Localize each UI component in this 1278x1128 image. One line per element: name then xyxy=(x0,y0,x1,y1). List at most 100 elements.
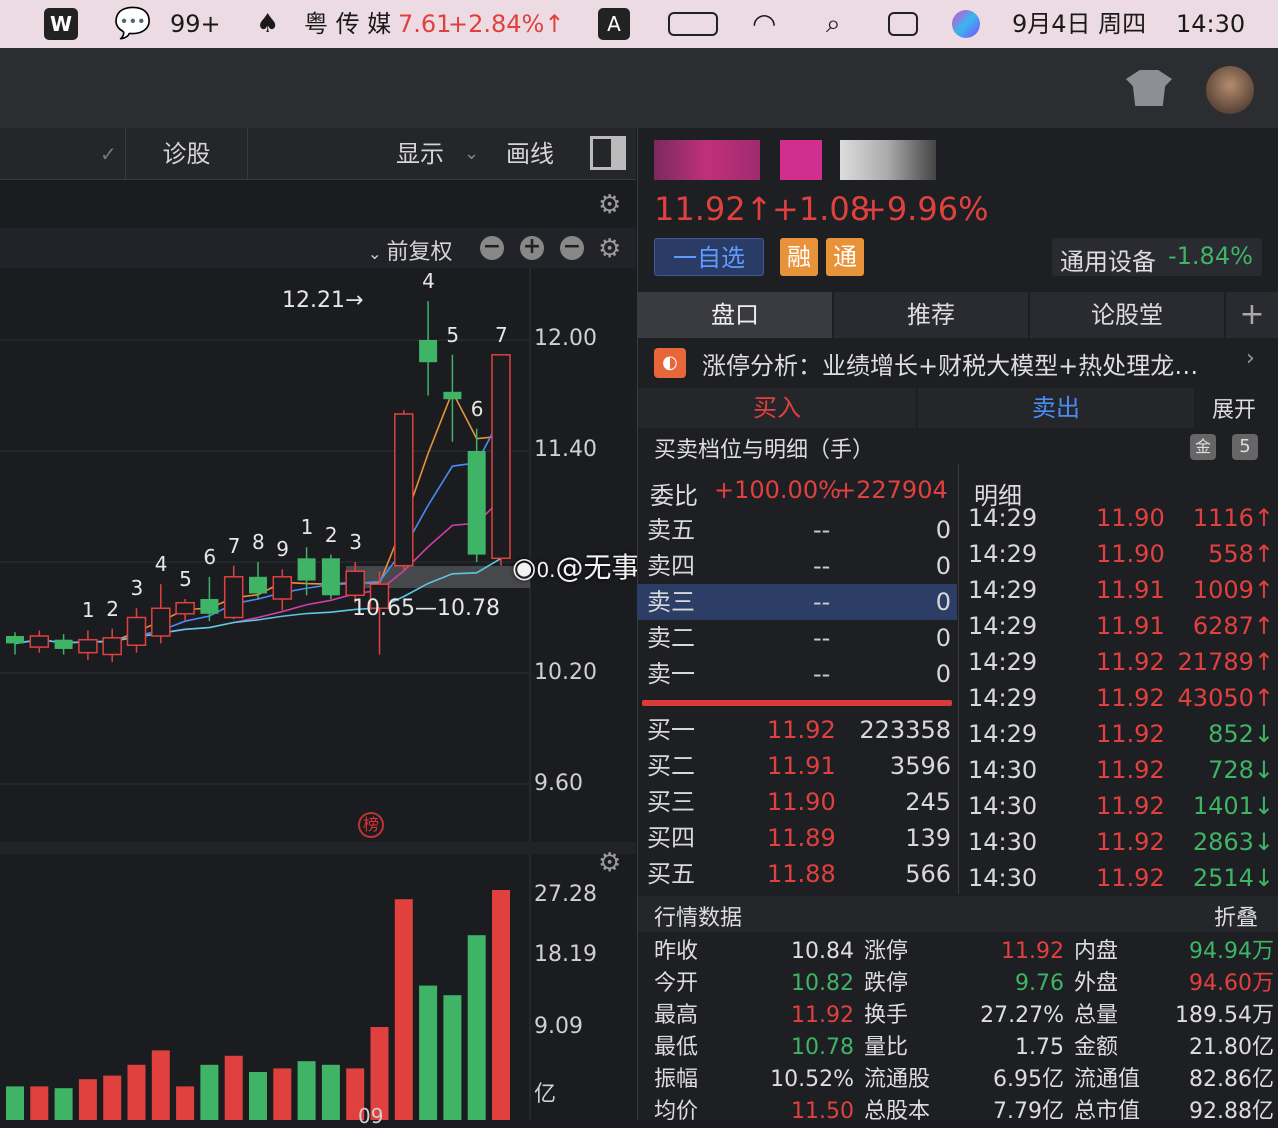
ask-row[interactable]: 卖四 -- 0 xyxy=(637,548,957,584)
bid-row[interactable]: 买四 11.89 139 xyxy=(637,820,957,856)
limit-up-icon: ◐ xyxy=(654,348,686,378)
y-tick-label: 9.60 xyxy=(534,771,583,796)
ask-row[interactable]: 卖二 -- 0 xyxy=(637,620,957,656)
candle[interactable] xyxy=(297,558,316,581)
volume-bar xyxy=(127,1064,146,1120)
candle[interactable] xyxy=(419,340,438,363)
limit-up-analysis[interactable]: 涨停分析：业绩增长+财税大模型+热处理龙… xyxy=(702,346,1198,381)
connect-badge[interactable]: 通 xyxy=(826,238,864,276)
display-button[interactable]: 显示 xyxy=(396,128,444,180)
quote-label: 流通值 xyxy=(1074,1067,1141,1092)
candle[interactable] xyxy=(223,576,244,619)
period-select[interactable]: ✓ xyxy=(0,128,126,180)
margin-badge[interactable]: 融 xyxy=(780,238,818,276)
ask-row[interactable]: 卖五 -- 0 xyxy=(637,512,957,548)
input-method-icon[interactable]: A xyxy=(598,8,630,40)
detail-volume: 1009↑ xyxy=(1192,576,1274,604)
volume-bar xyxy=(321,1064,340,1120)
zoom-in-icon[interactable]: + xyxy=(520,236,544,260)
level-label: 卖三 xyxy=(647,588,695,616)
watchlist-button[interactable]: 一自选 xyxy=(654,238,764,276)
quote-label: 流通股 xyxy=(864,1067,931,1092)
candle[interactable] xyxy=(272,576,293,600)
stock-name-redacted xyxy=(654,140,760,180)
kline-chart[interactable] xyxy=(0,268,636,1120)
volume-bar xyxy=(394,899,413,1120)
gold-icon[interactable]: 金 xyxy=(1190,434,1216,460)
volume-bar xyxy=(54,1088,73,1120)
draw-button[interactable]: 画线 xyxy=(506,128,554,180)
gear-icon[interactable]: ⚙ xyxy=(598,190,621,220)
wechat-count: 99+ xyxy=(170,10,221,38)
x-tick-label: 09 xyxy=(358,1104,384,1128)
detail-row: 14:29 11.92 21789↑ xyxy=(960,644,1278,680)
ask-row[interactable]: 卖三 -- 0 xyxy=(637,584,957,620)
candle[interactable] xyxy=(151,607,171,637)
candle[interactable] xyxy=(175,601,195,615)
level-label: 卖四 xyxy=(647,552,695,580)
wifi-icon[interactable]: ◠ xyxy=(752,0,776,48)
sell-tab[interactable]: 卖出 xyxy=(918,388,1194,428)
wechat-icon[interactable]: 💬 xyxy=(114,0,151,48)
menubar-stock-price: 7.61 xyxy=(398,10,452,38)
ask-row[interactable]: 卖一 -- 0 xyxy=(637,656,957,692)
battery-icon[interactable] xyxy=(668,12,718,36)
detail-row: 14:29 11.91 1009↑ xyxy=(960,572,1278,608)
candle[interactable] xyxy=(491,354,511,560)
zoom-out-icon[interactable]: − xyxy=(480,236,504,260)
candle[interactable] xyxy=(249,576,267,594)
candle[interactable] xyxy=(54,639,73,649)
candle-number-label: 7 xyxy=(227,533,241,558)
siri-icon[interactable] xyxy=(952,10,980,38)
buy-tab[interactable]: 买入 xyxy=(638,388,916,428)
quote-value: 10.82 xyxy=(791,971,854,996)
volume-bar xyxy=(419,985,438,1120)
candle-number-label: 7 xyxy=(495,322,508,347)
fold-button[interactable]: 折叠 xyxy=(1214,900,1258,932)
vol-unit-label: 亿 xyxy=(534,1082,557,1107)
minus-icon[interactable]: − xyxy=(560,236,584,260)
detail-volume: 1401↓ xyxy=(1192,792,1274,820)
avatar[interactable] xyxy=(1206,66,1254,114)
control-center-icon[interactable] xyxy=(888,12,918,36)
settings-gear-icon[interactable]: ⚙ xyxy=(598,234,621,264)
candle[interactable] xyxy=(345,570,365,597)
candle[interactable] xyxy=(6,636,24,644)
layout-icon[interactable] xyxy=(590,136,626,170)
price-change-pct: +9.96% xyxy=(860,190,989,228)
search-icon[interactable]: ⌕ xyxy=(826,0,841,48)
stock-app-icon[interactable]: ♠ xyxy=(256,0,279,48)
adjust-select[interactable]: ⌄ 前复权 xyxy=(368,234,453,266)
add-tab-button[interactable]: + xyxy=(1226,292,1278,338)
bid-row[interactable]: 买三 11.90 245 xyxy=(637,784,957,820)
wps-icon[interactable]: W xyxy=(44,8,78,40)
candle[interactable] xyxy=(200,599,219,614)
volume-gear-icon[interactable]: ⚙ xyxy=(598,848,621,878)
candle[interactable] xyxy=(443,391,462,400)
candle[interactable] xyxy=(321,558,340,596)
candle[interactable] xyxy=(467,451,486,555)
candle[interactable] xyxy=(126,616,147,646)
level-button[interactable]: 5 xyxy=(1232,434,1258,460)
bid-row[interactable]: 买二 11.91 3596 xyxy=(637,748,957,784)
candle-number-label: 4 xyxy=(422,269,435,294)
diagnose-button[interactable]: 诊股 xyxy=(126,128,248,180)
candle[interactable] xyxy=(78,638,98,654)
tab-forum[interactable]: 论股堂 xyxy=(1030,292,1224,338)
candle[interactable] xyxy=(102,637,122,656)
tab-orderbook[interactable]: 盘口 xyxy=(638,292,832,338)
detail-row: 14:30 11.92 2863↓ xyxy=(960,824,1278,860)
y-tick-label: 10.20 xyxy=(534,660,597,685)
candle[interactable] xyxy=(29,635,50,648)
bid-row[interactable]: 买五 11.88 566 xyxy=(637,856,957,892)
bid-row[interactable]: 买一 11.92 223358 xyxy=(637,712,957,748)
level-volume: 0 xyxy=(935,516,951,544)
candle[interactable] xyxy=(394,413,414,567)
skin-icon[interactable] xyxy=(1126,70,1172,106)
chevron-right-icon: › xyxy=(1246,346,1255,371)
rank-badge[interactable]: 榜 xyxy=(358,812,384,838)
detail-row: 14:29 11.92 852↓ xyxy=(960,716,1278,752)
quote-value: 6.95亿 xyxy=(993,1067,1064,1092)
tab-recommend[interactable]: 推荐 xyxy=(834,292,1028,338)
expand-button[interactable]: 展开 xyxy=(1212,392,1256,424)
